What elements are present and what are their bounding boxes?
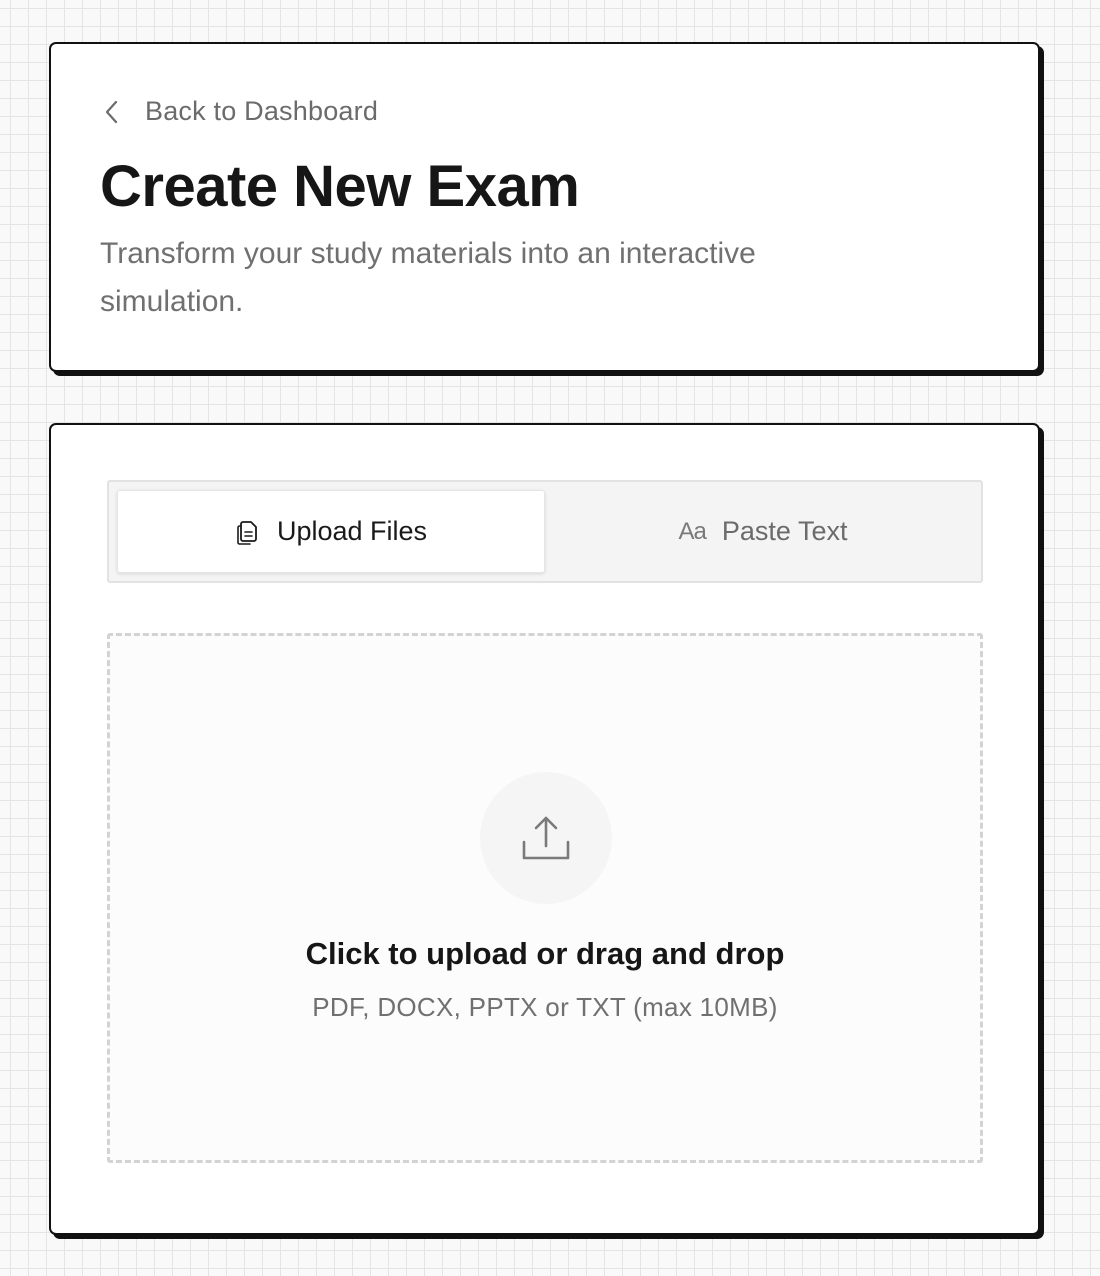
chevron-left-icon xyxy=(105,100,118,123)
upload-icon-circle xyxy=(480,772,612,904)
page-title: Create New Exam xyxy=(100,154,580,219)
header-card: Back to Dashboard Create New Exam Transf… xyxy=(49,42,1040,372)
tab-paste-text-label: Paste Text xyxy=(721,516,848,546)
input-mode-tabs: Upload Files Aa Paste Text xyxy=(107,480,983,583)
tab-paste-text[interactable]: Aa Paste Text xyxy=(545,482,981,581)
back-to-dashboard-link[interactable]: Back to Dashboard xyxy=(103,96,378,127)
back-link-label: Back to Dashboard xyxy=(145,96,379,126)
upload-icon xyxy=(522,816,570,860)
upload-card: Upload Files Aa Paste Text Click to uplo… xyxy=(49,423,1040,1235)
dropzone-hint: PDF, DOCX, PPTX or TXT (max 10MB) xyxy=(312,992,778,1022)
file-dropzone[interactable]: Click to upload or drag and drop PDF, DO… xyxy=(107,633,983,1163)
tab-upload-files[interactable]: Upload Files xyxy=(117,490,545,573)
text-icon: Aa xyxy=(678,517,707,545)
document-icon xyxy=(237,520,257,545)
tab-upload-files-label: Upload Files xyxy=(276,516,428,546)
dropzone-title: Click to upload or drag and drop xyxy=(305,936,785,971)
page-subtitle: Transform your study materials into an i… xyxy=(100,237,756,318)
